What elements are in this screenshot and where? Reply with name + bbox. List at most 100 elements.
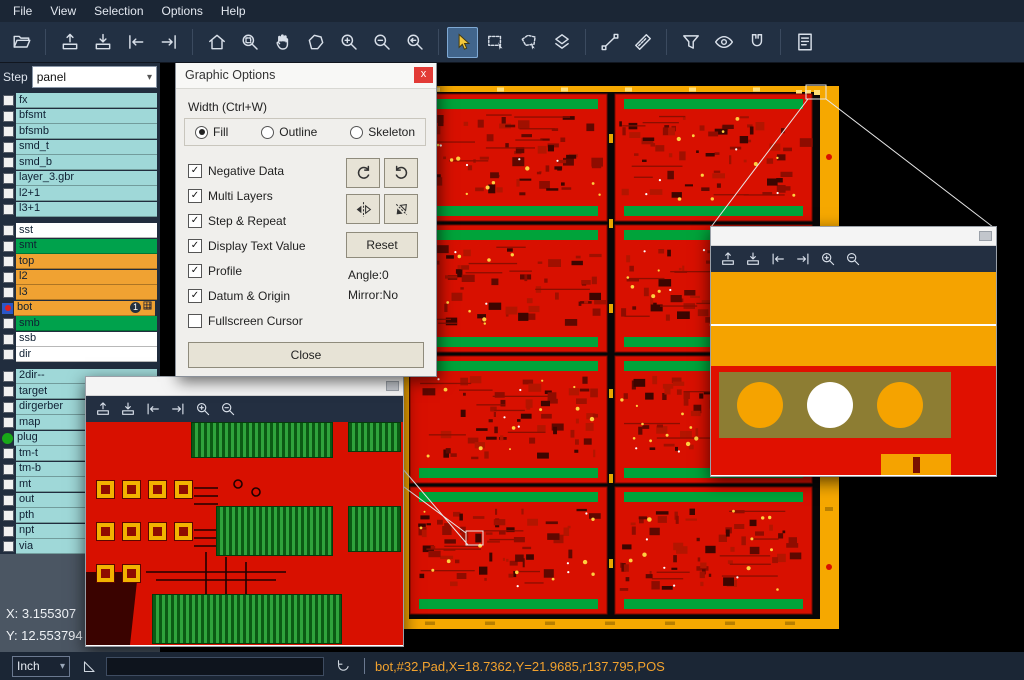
rect-select-icon[interactable] <box>480 27 511 58</box>
radio-skeleton[interactable]: Skeleton <box>350 125 415 139</box>
layer-visibility-checkbox[interactable] <box>3 386 14 397</box>
layer-visibility-checkbox[interactable] <box>3 464 14 475</box>
rotate-cw-button[interactable] <box>346 158 380 188</box>
layer-visibility-checkbox[interactable] <box>3 126 14 137</box>
layer-visibility-checkbox[interactable] <box>3 541 14 552</box>
mirror-horizontal-button[interactable] <box>346 194 380 224</box>
layer-visibility-checkbox[interactable] <box>3 272 14 283</box>
back-icon[interactable] <box>143 399 163 419</box>
layer-visibility-checkbox[interactable] <box>3 318 14 329</box>
magnifier-titlebar[interactable] <box>711 227 996 246</box>
back-icon[interactable] <box>120 27 151 58</box>
layer-visibility-checkbox[interactable] <box>3 256 14 267</box>
upload-icon[interactable] <box>54 27 85 58</box>
command-input[interactable] <box>106 657 324 676</box>
checkbox-fullscreen-cursor[interactable]: Fullscreen Cursor <box>188 308 306 333</box>
filter-icon[interactable] <box>675 27 706 58</box>
zoom-out-icon[interactable] <box>366 27 397 58</box>
magnifier-titlebar[interactable] <box>86 377 403 396</box>
pointer-icon[interactable] <box>447 27 478 58</box>
zoom-out-icon[interactable] <box>218 399 238 419</box>
measure-line-icon[interactable] <box>594 27 625 58</box>
menu-view[interactable]: View <box>41 0 85 22</box>
eye-icon[interactable] <box>708 27 739 58</box>
window-button[interactable] <box>979 231 992 241</box>
rotate-ccw-button[interactable] <box>384 158 418 188</box>
zoom-out-icon[interactable] <box>843 249 863 269</box>
download-icon[interactable] <box>87 27 118 58</box>
layer-row-bot[interactable]: bot1 <box>0 301 160 317</box>
layer-visibility-checkbox[interactable] <box>3 173 14 184</box>
forward-icon[interactable] <box>793 249 813 269</box>
folder-open-icon[interactable] <box>6 27 37 58</box>
download-icon[interactable] <box>118 399 138 419</box>
layer-visibility-checkbox[interactable] <box>3 349 14 360</box>
dialog-titlebar[interactable]: Graphic Options x <box>176 62 436 89</box>
checkbox-multi-layers[interactable]: ✓Multi Layers <box>188 183 306 208</box>
mirror-diagonal-button[interactable] <box>384 194 418 224</box>
pan-icon[interactable] <box>267 27 298 58</box>
layer-visibility-checkbox[interactable] <box>3 417 14 428</box>
upload-icon[interactable] <box>718 249 738 269</box>
refresh-icon[interactable] <box>334 657 352 675</box>
close-icon[interactable]: x <box>414 67 433 83</box>
layer-row-smd_t[interactable]: smd_t <box>0 140 160 156</box>
layer-row-sst[interactable]: sst <box>0 223 160 239</box>
zoom-region-icon[interactable] <box>234 27 265 58</box>
layer-visibility-checkbox[interactable] <box>3 371 14 382</box>
zoom-prev-icon[interactable] <box>399 27 430 58</box>
zoom-in-icon[interactable] <box>193 399 213 419</box>
layer-visibility-checkbox[interactable] <box>3 510 14 521</box>
layer-visibility-checkbox[interactable] <box>3 479 14 490</box>
menu-file[interactable]: File <box>4 0 41 22</box>
layer-row-ssb[interactable]: ssb <box>0 332 160 348</box>
menu-help[interactable]: Help <box>212 0 255 22</box>
poly-select-icon[interactable] <box>513 27 544 58</box>
window-button[interactable] <box>386 381 399 391</box>
checkbox-negative-data[interactable]: ✓Negative Data <box>188 158 306 183</box>
layer-visibility-checkbox[interactable] <box>3 526 14 537</box>
layer-row-top[interactable]: top <box>0 254 160 270</box>
layer-row-l3[interactable]: l3 <box>0 285 160 301</box>
layer-visibility-checkbox[interactable] <box>3 241 14 252</box>
magnifier-window-right[interactable] <box>710 226 997 477</box>
checkbox-datum-origin[interactable]: ✓Datum & Origin <box>188 283 306 308</box>
layer-row-smd_b[interactable]: smd_b <box>0 155 160 171</box>
home-icon[interactable] <box>201 27 232 58</box>
radio-outline[interactable]: Outline <box>261 125 317 139</box>
zoom-in-icon[interactable] <box>333 27 364 58</box>
layer-row-bfsmt[interactable]: bfsmt <box>0 109 160 125</box>
layer-visibility-checkbox[interactable] <box>3 95 14 106</box>
magnet-icon[interactable] <box>741 27 772 58</box>
magnifier-window-bottom[interactable] <box>85 376 404 647</box>
layer-visibility-checkbox[interactable] <box>3 157 14 168</box>
upload-icon[interactable] <box>93 399 113 419</box>
layer-row-smt[interactable]: smt <box>0 239 160 255</box>
layers-diamond-icon[interactable] <box>546 27 577 58</box>
layer-visibility-checkbox[interactable] <box>3 142 14 153</box>
forward-icon[interactable] <box>168 399 188 419</box>
radio-fill[interactable]: Fill <box>195 125 228 139</box>
download-icon[interactable] <box>743 249 763 269</box>
layer-row-bfsmb[interactable]: bfsmb <box>0 124 160 140</box>
layer-visibility-checkbox[interactable] <box>3 402 14 413</box>
layer-visibility-checkbox[interactable] <box>3 225 14 236</box>
layer-visibility-checkbox[interactable] <box>3 334 14 345</box>
corner-ruler-icon[interactable] <box>80 657 98 675</box>
layer-row-smb[interactable]: smb <box>0 316 160 332</box>
layer-row-l3+1[interactable]: l3+1 <box>0 202 160 218</box>
layer-visibility-checkbox[interactable] <box>3 495 14 506</box>
menu-selection[interactable]: Selection <box>85 0 152 22</box>
dialog-close-button[interactable]: Close <box>188 342 424 368</box>
reset-button[interactable]: Reset <box>346 232 418 258</box>
checkbox-display-text-value[interactable]: ✓Display Text Value <box>188 233 306 258</box>
layer-visibility-checkbox[interactable] <box>3 287 14 298</box>
layer-visibility-checkbox[interactable] <box>3 111 14 122</box>
checkbox-profile[interactable]: ✓Profile <box>188 258 306 283</box>
snapshot-icon[interactable] <box>300 27 331 58</box>
layer-row-l2+1[interactable]: l2+1 <box>0 186 160 202</box>
layer-row-fx[interactable]: fx <box>0 93 160 109</box>
layer-visibility-checkbox[interactable] <box>3 188 14 199</box>
checkbox-step-repeat[interactable]: ✓Step & Repeat <box>188 208 306 233</box>
layer-row-l2[interactable]: l2 <box>0 270 160 286</box>
